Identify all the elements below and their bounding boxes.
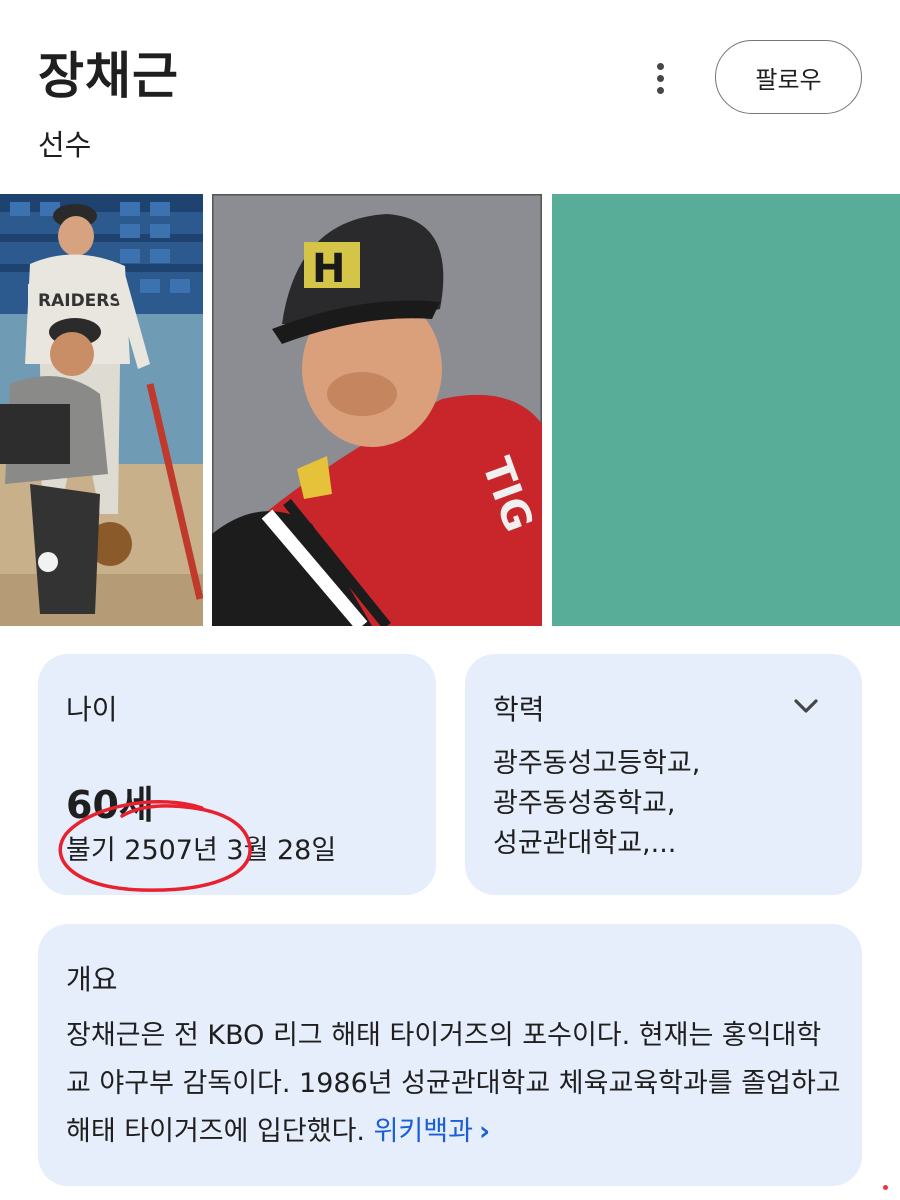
age-label: 나이 xyxy=(66,693,118,726)
overview-label: 개요 xyxy=(66,963,118,996)
entity-title: 장채근 xyxy=(38,47,179,105)
chevron-right-icon: › xyxy=(478,1116,491,1147)
red-dot xyxy=(883,1185,888,1190)
jersey-text: RAIDERS xyxy=(38,291,122,311)
dot xyxy=(656,74,664,82)
photo-team-players[interactable]: RAIDERS xyxy=(0,194,203,626)
photo-player-portrait[interactable]: TIG H xyxy=(212,194,542,626)
follow-button[interactable]: 팔로우 xyxy=(715,40,862,114)
entity-header: 장채근 선수 팔로우 xyxy=(0,0,900,190)
dot xyxy=(656,86,664,94)
cap-letter: H xyxy=(312,246,345,292)
education-item: 광주동성중학교, xyxy=(493,788,676,819)
overview-text: 장채근은 전 KBO 리그 해태 타이거즈의 포수이다. 현재는 홍익대학교 야… xyxy=(66,1012,846,1156)
wikipedia-link-label: 위키백과 xyxy=(373,1116,473,1147)
dot xyxy=(656,62,664,70)
education-card[interactable]: 학력 광주동성고등학교, 광주동성중학교, 성균관대학교,... xyxy=(465,654,862,895)
photo-placeholder[interactable] xyxy=(552,194,900,626)
more-options-icon[interactable] xyxy=(640,56,680,100)
education-list: 광주동성고등학교, 광주동성중학교, 성균관대학교,... xyxy=(493,744,700,864)
wikipedia-link[interactable]: 위키백과 › xyxy=(374,1116,491,1147)
age-card: 나이 60세 불기 2507년 3월 28일 xyxy=(38,654,436,895)
overview-card: 개요 장채근은 전 KBO 리그 해태 타이거즈의 포수이다. 현재는 홍익대학… xyxy=(38,924,862,1186)
birth-date: 불기 2507년 3월 28일 xyxy=(66,835,337,866)
age-value: 60세 xyxy=(66,783,154,827)
education-item: 성균관대학교,... xyxy=(493,828,677,859)
education-label: 학력 xyxy=(493,693,545,726)
entity-subtitle: 선수 xyxy=(38,128,92,162)
chevron-down-icon[interactable] xyxy=(788,688,824,724)
education-item: 광주동성고등학교, xyxy=(493,748,701,779)
image-gallery: RAIDERS TIG H xyxy=(0,194,900,626)
